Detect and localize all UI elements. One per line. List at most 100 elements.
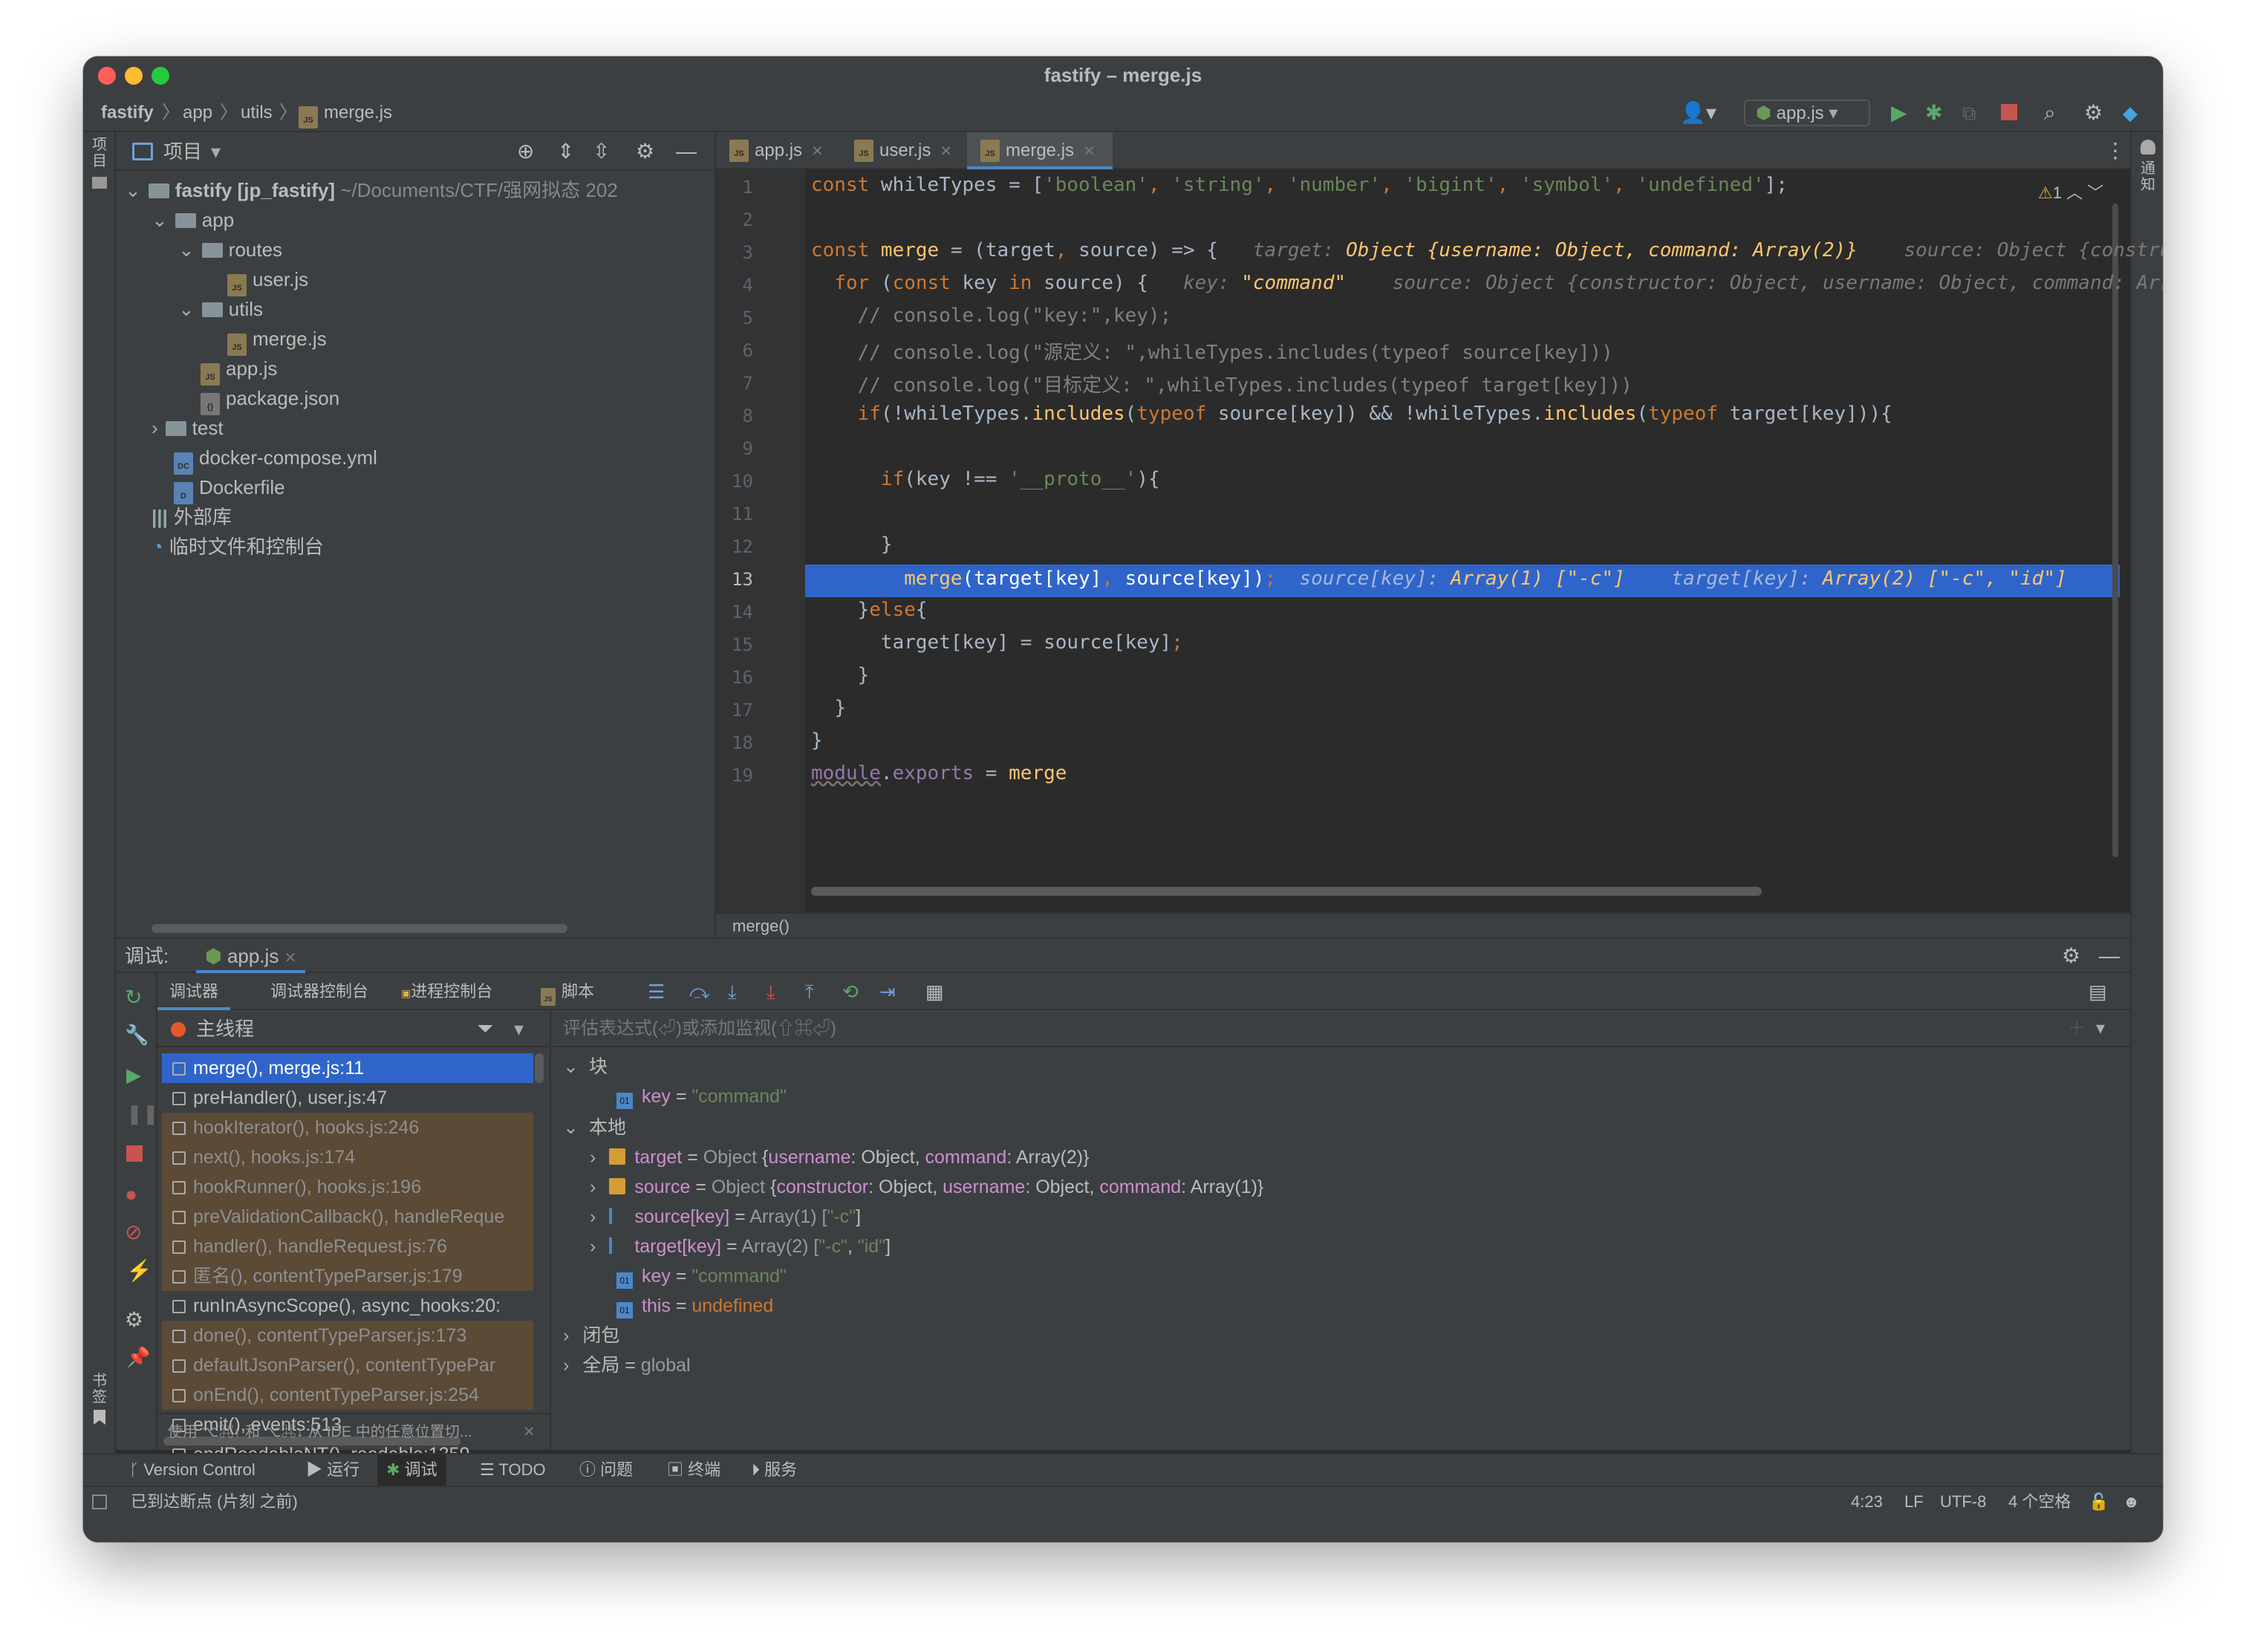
stack-frame[interactable]: next(), hooks.js:174	[162, 1142, 533, 1172]
tab-services[interactable]: ⏵ 服务	[743, 1454, 806, 1486]
var-source[interactable]: › source = Object {constructor: Object, u…	[590, 1172, 1263, 1202]
close-tab-icon[interactable]: ✕	[940, 143, 952, 160]
chevron-down-icon[interactable]: ▾	[211, 132, 221, 171]
var-target-key[interactable]: › target[key] = Array(2) ["-c", "id"]	[590, 1232, 891, 1261]
view-breakpoints-icon[interactable]: ●	[125, 1183, 137, 1206]
project-panel-title[interactable]: 项目	[163, 132, 202, 171]
toggle-tool-windows-icon[interactable]	[92, 1495, 107, 1509]
breadcrumb-project[interactable]: fastify	[101, 94, 154, 132]
stack-frame[interactable]: done(), contentTypeParser.js:173	[162, 1321, 533, 1350]
breadcrumb-utils[interactable]: utils	[241, 94, 273, 132]
tree-item-app[interactable]: ⌄ app	[152, 205, 234, 235]
stop-icon[interactable]	[126, 1145, 143, 1162]
lock-icon[interactable]: 🔓	[2089, 1487, 2109, 1517]
stack-frame[interactable]: merge(), merge.js:11	[162, 1053, 533, 1083]
pin-icon[interactable]: 📌	[126, 1346, 150, 1369]
gear-icon[interactable]: ⚙	[636, 132, 654, 171]
expand-all-icon[interactable]: ⇕	[557, 132, 574, 171]
editor-breadcrumb[interactable]: merge()	[716, 912, 2130, 937]
horizontal-scrollbar[interactable]	[152, 924, 567, 933]
locate-file-icon[interactable]: ⊕	[517, 132, 534, 171]
filter-icon[interactable]: ⏷	[477, 1010, 493, 1047]
tree-item-user-js[interactable]: JS user.js	[227, 264, 308, 296]
tab-app-js[interactable]: JS app.js ✕	[716, 132, 841, 169]
lightning-icon[interactable]: ⚡	[126, 1258, 152, 1283]
stop-icon[interactable]	[2001, 104, 2017, 120]
step-into-icon[interactable]: ⤓	[728, 973, 737, 1010]
tab-debugger-console[interactable]: 调试器控制台	[258, 973, 380, 1010]
close-tab-icon[interactable]: ✕	[811, 143, 824, 160]
step-over-icon[interactable]: ⤼	[689, 973, 710, 1010]
var-source-key[interactable]: › source[key] = Array(1) ["-c"]	[590, 1202, 861, 1232]
tree-item-test[interactable]: › test	[152, 413, 224, 443]
run-config-dropdown[interactable]: ⬢ app.js ▾	[1744, 100, 1870, 126]
chevron-down-icon[interactable]: ▾	[514, 1010, 524, 1047]
var-target[interactable]: › target = Object {username: Object, comm…	[590, 1142, 1089, 1172]
tab-merge-js[interactable]: JS merge.js ✕	[967, 132, 1113, 169]
notifications-tool-button[interactable]: 通知	[2139, 160, 2157, 193]
close-tab-icon[interactable]: ✕	[1083, 143, 1096, 160]
stack-frame[interactable]: onEnd(), contentTypeParser.js:254	[162, 1380, 533, 1410]
gear-icon[interactable]: ⚙	[125, 1307, 143, 1332]
tab-version-control[interactable]: ᚴ Version Control	[120, 1454, 264, 1486]
tree-item-merge-js[interactable]: JS merge.js	[227, 324, 327, 356]
status-message[interactable]: 已到达断点 (片刻 之前)	[131, 1487, 298, 1517]
tree-item-app-js[interactable]: JS app.js	[201, 354, 277, 386]
plugin-icon[interactable]: ◆	[2123, 94, 2138, 132]
more-tabs-icon[interactable]: ⋮	[2105, 132, 2126, 169]
tree-item-utils[interactable]: ⌄ utils	[178, 294, 263, 324]
gear-icon[interactable]: ⚙	[2062, 939, 2080, 973]
run-to-cursor-icon[interactable]: ⇥	[879, 973, 896, 1010]
wrench-icon[interactable]: 🔧	[125, 1024, 149, 1047]
collapse-all-icon[interactable]: ⇳	[593, 132, 610, 171]
vertical-scrollbar[interactable]	[2112, 204, 2118, 857]
caret-position[interactable]: 4:23	[1851, 1487, 1883, 1517]
breadcrumb-file[interactable]: JS merge.js	[299, 94, 392, 132]
stack-frame[interactable]: defaultJsonParser(), contentTypePar	[162, 1350, 533, 1380]
stack-frame[interactable]: runInAsyncScope(), async_hooks:20:	[162, 1291, 533, 1321]
project-tool-button[interactable]: 项目	[91, 137, 108, 169]
stack-frame[interactable]: preValidationCallback(), handleReque	[162, 1202, 533, 1232]
var-block-key[interactable]: 01 key = "command"	[616, 1082, 787, 1111]
tree-item-docker-compose[interactable]: DC docker-compose.yml	[174, 443, 377, 475]
debug-icon[interactable]: ✱	[1925, 94, 1942, 132]
tree-item-root[interactable]: ⌄ fastify [jp_fastify] ~/Documents/CTF/强网…	[125, 175, 618, 205]
close-hint-icon[interactable]: ✕	[523, 1414, 536, 1450]
stack-frame[interactable]: preHandler(), user.js:47	[162, 1083, 533, 1113]
debug-session-tab[interactable]: ⬢ app.js ✕	[196, 939, 306, 973]
stack-frame[interactable]: hookRunner(), hooks.js:196	[162, 1172, 533, 1202]
minimize-window-button[interactable]	[125, 67, 143, 85]
force-step-into-icon[interactable]: ⤓	[766, 973, 775, 1010]
warnings-indicator[interactable]: ⚠1 ︿ ﹀	[2038, 180, 2103, 204]
tab-debug[interactable]: ✱ 调试	[377, 1454, 446, 1486]
var-this[interactable]: 01 this = undefined	[616, 1291, 773, 1321]
tab-run[interactable]: ▶ 运行	[297, 1454, 368, 1486]
tree-item-dockerfile[interactable]: D Dockerfile	[174, 472, 285, 504]
close-window-button[interactable]	[98, 67, 116, 85]
search-icon[interactable]: ⌕	[2044, 94, 2056, 132]
scope-closure[interactable]: › 闭包	[563, 1321, 619, 1350]
stack-frame[interactable]: handler(), handleRequest.js:76	[162, 1232, 533, 1261]
tab-debugger[interactable]: 调试器	[157, 973, 231, 1010]
run-icon[interactable]: ▶	[1891, 94, 1907, 132]
scope-block[interactable]: ⌄ 块	[563, 1052, 608, 1082]
hide-panel-icon[interactable]: —	[2099, 939, 2120, 973]
scope-local[interactable]: ⌄ 本地	[563, 1113, 626, 1142]
bookmarks-tool-button[interactable]: 书签	[91, 1373, 108, 1405]
hide-panel-icon[interactable]: —	[676, 132, 697, 171]
restart-frame-icon[interactable]: ⟲	[842, 973, 859, 1010]
var-key[interactable]: 01 key = "command"	[616, 1261, 787, 1291]
show-execution-point-icon[interactable]: ☰	[648, 973, 665, 1010]
stack-frame[interactable]: 匿名(), contentTypeParser.js:179	[162, 1261, 533, 1291]
tree-item-external-libraries[interactable]: ||| 外部库	[152, 502, 232, 532]
gear-icon[interactable]: ⚙	[2084, 94, 2103, 132]
tab-todo[interactable]: ☰ TODO	[471, 1454, 555, 1486]
mute-breakpoints-icon[interactable]: ⊘	[125, 1220, 142, 1244]
scope-global[interactable]: › 全局 = global	[563, 1350, 691, 1380]
attach-debugger-icon[interactable]: ⧉	[1962, 94, 1976, 132]
resume-icon[interactable]: ▶	[126, 1064, 141, 1087]
close-tab-icon[interactable]: ✕	[284, 950, 297, 966]
tab-scripts[interactable]: JS 脚本	[529, 973, 606, 1010]
tab-problems[interactable]: ⓘ 问题	[570, 1454, 642, 1486]
tree-item-package-json[interactable]: {} package.json	[201, 383, 339, 415]
